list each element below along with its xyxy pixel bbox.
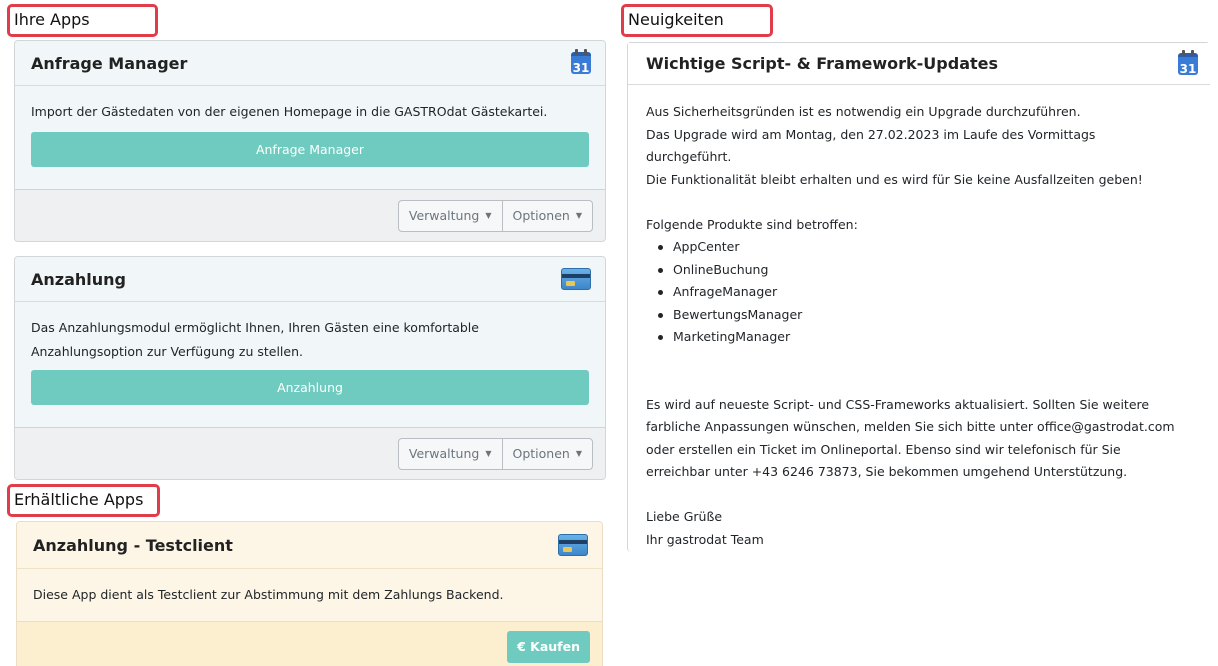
section-label-your-apps: Ihre Apps — [7, 4, 158, 37]
app-card-anfrage-manager: Anfrage Manager 31 Import der Gästedaten… — [14, 40, 606, 242]
app-card-header: Anzahlung — [15, 257, 605, 302]
list-item: BewertungsManager — [658, 304, 1210, 327]
app-title: Anzahlung — [31, 269, 126, 289]
app-card-footer: Verwaltung ▼ Optionen ▼ — [15, 427, 605, 479]
verwaltung-dropdown[interactable]: Verwaltung ▼ — [399, 439, 502, 469]
news-line: Die Funktionalität bleibt erhalten und e… — [646, 171, 1143, 187]
calendar-icon: 31 — [1178, 49, 1198, 76]
app-menu-group: Verwaltung ▼ Optionen ▼ — [397, 437, 593, 470]
available-app-body: Diese App dient als Testclient zur Absti… — [17, 569, 602, 621]
news-paragraph-line: oder erstellen ein Ticket im Onlineporta… — [646, 441, 1121, 457]
list-item: AppCenter — [658, 236, 1210, 259]
news-line: Das Upgrade wird am Montag, den 27.02.20… — [646, 126, 1096, 142]
app-description: Das Anzahlungsmodul ermöglicht Ihnen, Ih… — [31, 320, 479, 359]
news-title: Wichtige Script- & Framework-Updates — [646, 54, 999, 73]
news-paragraph-line: Es wird auf neueste Script- und CSS-Fram… — [646, 396, 1150, 412]
available-app-card-testclient: Anzahlung - Testclient Diese App dient a… — [16, 521, 603, 666]
app-description: Import der Gästedaten von der eigenen Ho… — [31, 104, 548, 119]
news-header: Wichtige Script- & Framework-Updates 31 — [628, 43, 1210, 85]
optionen-label: Optionen — [512, 207, 570, 223]
caret-down-icon: ▼ — [575, 210, 582, 220]
section-label-available-apps: Erhältliche Apps — [7, 484, 160, 517]
optionen-dropdown[interactable]: Optionen ▼ — [501, 200, 592, 231]
products-list: AppCenter OnlineBuchung AnfrageManager B… — [646, 236, 1210, 349]
app-card-anzahlung: Anzahlung Das Anzahlungsmodul ermöglicht… — [14, 256, 606, 480]
verwaltung-label: Verwaltung — [408, 445, 480, 461]
caret-down-icon: ▼ — [575, 448, 582, 458]
open-anfrage-manager-button[interactable]: Anfrage Manager — [31, 132, 589, 167]
app-title: Anfrage Manager — [31, 53, 188, 73]
products-intro: Folgende Produkte sind betroffen: — [646, 216, 858, 232]
app-card-footer: Verwaltung ▼ Optionen ▼ — [15, 189, 605, 241]
optionen-label: Optionen — [512, 445, 570, 461]
available-app-footer: € Kaufen — [17, 621, 602, 666]
buy-button[interactable]: € Kaufen — [507, 630, 590, 663]
news-greeting: Liebe Grüße — [646, 509, 723, 524]
credit-card-icon — [558, 534, 588, 556]
news-line: durchgeführt. — [646, 149, 732, 164]
open-anzahlung-button[interactable]: Anzahlung — [31, 370, 589, 405]
news-signature: Ihr gastrodat Team — [646, 531, 764, 547]
available-app-description: Diese App dient als Testclient zur Absti… — [33, 587, 504, 602]
caret-down-icon: ▼ — [485, 210, 492, 220]
news-line: Aus Sicherheitsgründen ist es notwendig … — [646, 104, 1081, 119]
list-item: MarketingManager — [658, 326, 1210, 349]
verwaltung-dropdown[interactable]: Verwaltung ▼ — [399, 201, 502, 231]
list-item: AnfrageManager — [658, 281, 1210, 304]
calendar-icon: 31 — [571, 49, 591, 75]
section-label-news: Neuigkeiten — [621, 4, 773, 37]
credit-card-icon — [561, 268, 591, 290]
list-item: OnlineBuchung — [658, 259, 1210, 282]
app-card-body: Das Anzahlungsmodul ermöglicht Ihnen, Ih… — [15, 302, 605, 427]
news-body: Aus Sicherheitsgründen ist es notwendig … — [628, 85, 1210, 551]
caret-down-icon: ▼ — [485, 448, 492, 458]
available-app-header: Anzahlung - Testclient — [17, 522, 602, 569]
optionen-dropdown[interactable]: Optionen ▼ — [501, 438, 592, 469]
verwaltung-label: Verwaltung — [408, 207, 480, 223]
available-app-title: Anzahlung - Testclient — [33, 535, 233, 555]
news-paragraph-line: farbliche Anpassungen wünschen, melden S… — [646, 419, 1175, 434]
news-paragraph-line: erreichbar unter +43 6246 73873, Sie bek… — [646, 464, 1128, 479]
app-menu-group: Verwaltung ▼ Optionen ▼ — [397, 199, 593, 232]
app-card-body: Import der Gästedaten von der eigenen Ho… — [15, 86, 605, 189]
news-card: Wichtige Script- & Framework-Updates 31 … — [627, 42, 1210, 552]
app-card-header: Anfrage Manager 31 — [15, 41, 605, 86]
